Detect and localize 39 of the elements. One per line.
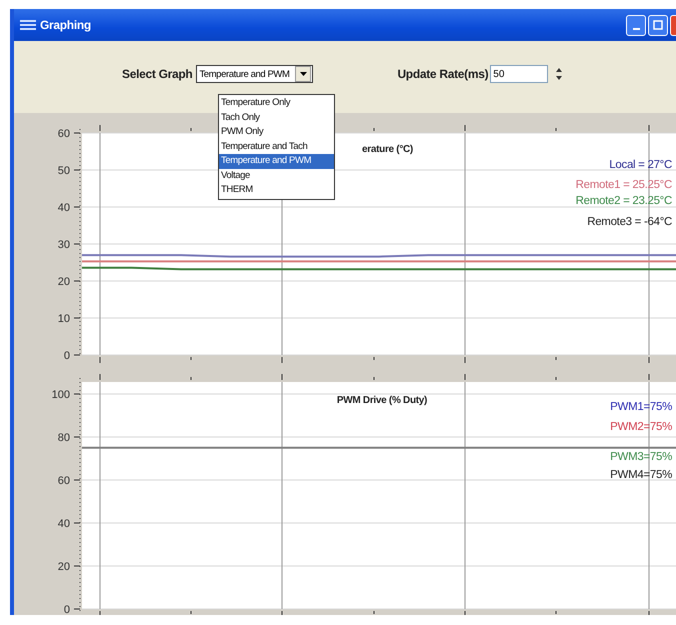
dropdown-option[interactable]: Voltage: [219, 168, 334, 183]
legend-label: Local = 27°C: [609, 159, 672, 171]
axis-tick-label: 10: [58, 313, 70, 325]
dropdown-option[interactable]: Temperature Only: [219, 96, 334, 110]
minimize-button[interactable]: [626, 14, 646, 36]
dropdown-option[interactable]: Tach Only: [219, 110, 334, 125]
axis-tick-label: 50: [58, 165, 70, 177]
legend-label: PWM3=75%: [610, 451, 672, 463]
axis-tick-label: 40: [58, 518, 70, 530]
axis-tick-label: 60: [58, 475, 70, 487]
maximize-icon: [653, 20, 663, 30]
axis-tick-label: 60: [58, 128, 70, 140]
chart-title: erature (°C): [362, 144, 413, 155]
select-graph-label: Select Graph: [122, 67, 192, 81]
legend-label: PWM2=75%: [610, 421, 672, 433]
axis-tick-label: 20: [58, 561, 70, 573]
menu-icon[interactable]: [20, 19, 36, 31]
axis-tick-label: 30: [58, 239, 70, 251]
chart-title: PWM Drive (% Duty): [336, 395, 428, 406]
dropdown-option[interactable]: THERM: [219, 183, 334, 198]
update-rate-field[interactable]: 50: [490, 65, 548, 83]
legend-label: Remote3 = -64°C: [587, 216, 672, 228]
axis-tick-label: 80: [58, 432, 70, 444]
dropdown-option[interactable]: PWM Only: [219, 125, 334, 140]
legend-label: Remote2 = 23.25°C: [576, 195, 672, 207]
maximize-button[interactable]: [648, 14, 668, 36]
axis-tick-label: 40: [58, 202, 70, 214]
update-rate-label: Update Rate(ms): [397, 67, 488, 81]
dropdown-option[interactable]: Temperature and Tach: [219, 140, 334, 154]
axis-tick-label: 20: [58, 276, 70, 288]
legend-label: PWM1=75%: [610, 401, 672, 413]
axis-tick-label: 0: [64, 350, 70, 362]
axis-tick-label: 100: [52, 389, 70, 401]
dropdown-option[interactable]: Temperature and PWM: [219, 154, 334, 168]
graph-dropdown[interactable]: Temperature and PWM: [196, 65, 314, 83]
legend-label: PWM4=75%: [610, 469, 672, 481]
window-title: Graphing: [40, 18, 91, 32]
minimize-icon: [632, 28, 640, 30]
axis-tick-label: 0: [64, 604, 70, 615]
